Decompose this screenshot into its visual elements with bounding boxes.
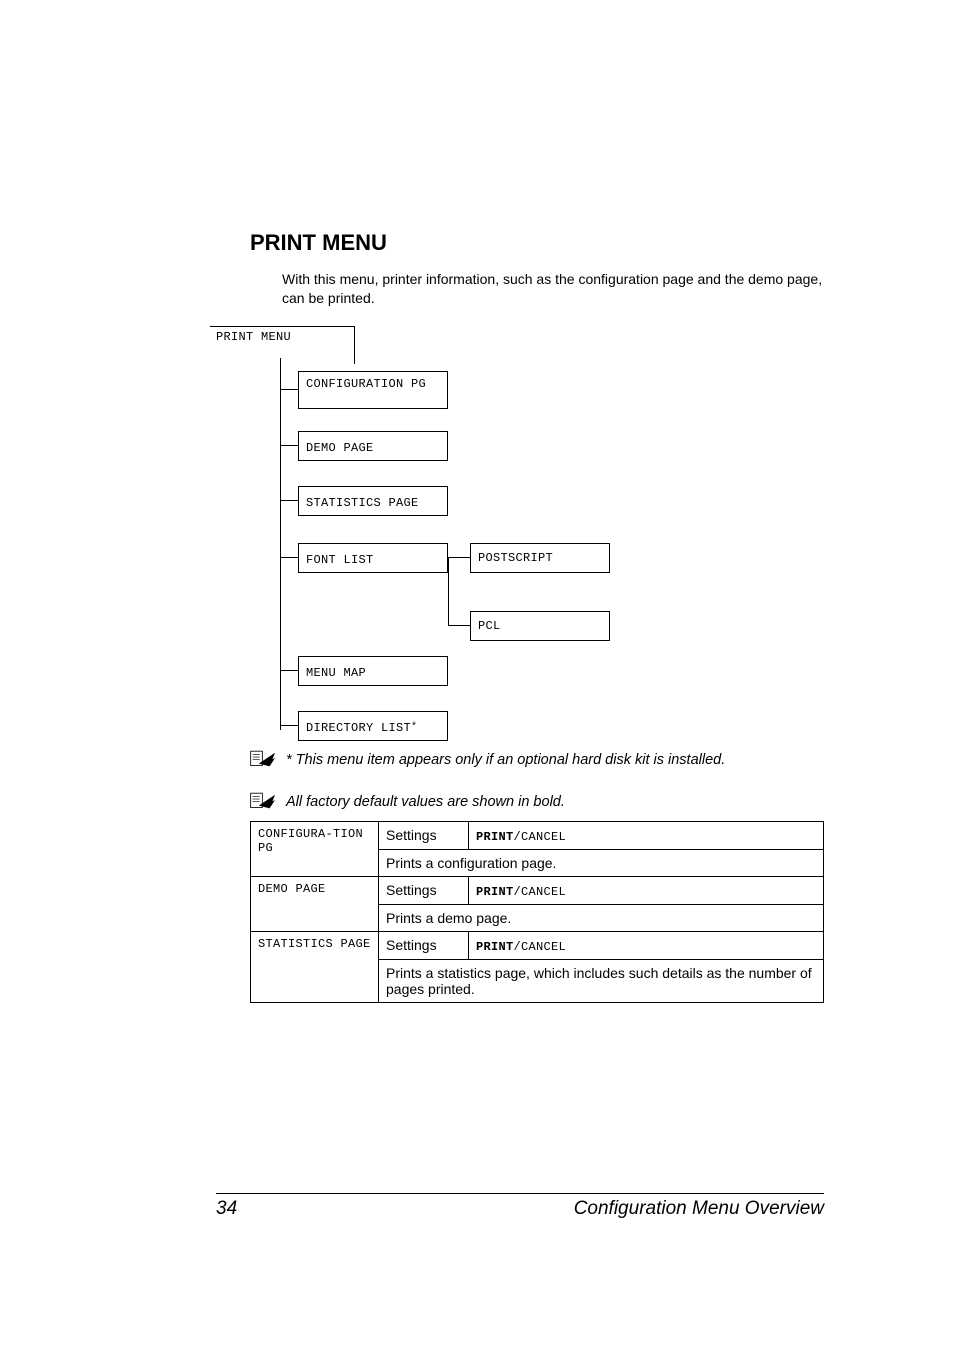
tree-connector — [448, 557, 470, 558]
tree-box: FONT LIST — [298, 543, 448, 573]
value-rest: /CANCEL — [514, 885, 567, 899]
table-row: DEMO PAGE Settings PRINT/CANCEL — [251, 877, 824, 905]
page-footer: 34 Configuration Menu Overview — [216, 1193, 824, 1220]
table-row: STATISTICS PAGE Settings PRINT/CANCEL — [251, 932, 824, 960]
value-bold: PRINT — [476, 885, 514, 899]
tree-node-directory-list: DIRECTORY LIST* — [280, 711, 448, 741]
footnote-text: All factory default values are shown in … — [286, 792, 565, 812]
cell-desc: Prints a statistics page, which includes… — [379, 960, 824, 1003]
cell-settings-label: Settings — [379, 877, 469, 905]
value-rest: /CANCEL — [514, 940, 567, 954]
footer-title: Configuration Menu Overview — [574, 1198, 824, 1220]
tree-connector — [280, 389, 298, 390]
page-number: 34 — [216, 1198, 237, 1220]
tree-connector — [280, 500, 298, 501]
value-bold: PRINT — [476, 940, 514, 954]
table-row: CONFIGURA-TION PG Settings PRINT/CANCEL — [251, 822, 824, 850]
asterisk: * — [411, 722, 417, 733]
note-icon — [250, 750, 276, 768]
note-icon — [250, 792, 276, 810]
cell-settings-value: PRINT/CANCEL — [469, 822, 824, 850]
menu-tree: PRINT MENU CONFIGURATION PG DEMO PAGE ST… — [210, 326, 824, 736]
value-rest: /CANCEL — [514, 830, 567, 844]
cell-name: DEMO PAGE — [251, 877, 379, 932]
tree-node-demo-page: DEMO PAGE — [280, 431, 448, 461]
tree-box: STATISTICS PAGE — [298, 486, 448, 516]
tree-subnode-postscript: POSTSCRIPT — [448, 543, 610, 573]
tree-node-font-list: FONT LIST — [280, 543, 448, 573]
tree-subnode-pcl: PCL — [448, 611, 610, 641]
tree-connector — [280, 557, 298, 558]
tree-box: CONFIGURATION PG — [298, 371, 448, 409]
tree-connector — [280, 725, 298, 726]
tree-box: DEMO PAGE — [298, 431, 448, 461]
tree-box: POSTSCRIPT — [470, 543, 610, 573]
tree-box: PCL — [470, 611, 610, 641]
tree-box: DIRECTORY LIST* — [298, 711, 448, 741]
cell-settings-label: Settings — [379, 822, 469, 850]
tree-node-configuration-pg: CONFIGURATION PG — [280, 371, 448, 409]
tree-connector — [280, 445, 298, 446]
section-heading: PRINT MENU — [250, 230, 824, 256]
cell-desc: Prints a demo page. — [379, 905, 824, 932]
cell-settings-label: Settings — [379, 932, 469, 960]
tree-node-statistics-page: STATISTICS PAGE — [280, 486, 448, 516]
cell-desc: Prints a configuration page. — [379, 850, 824, 877]
value-bold: PRINT — [476, 830, 514, 844]
intro-text: With this menu, printer information, suc… — [282, 270, 824, 308]
footnote-text: * This menu item appears only if an opti… — [286, 750, 725, 770]
tree-connector — [448, 625, 470, 626]
tree-root: PRINT MENU — [210, 326, 355, 364]
footer-rule — [216, 1193, 824, 1194]
footnote-defaults: All factory default values are shown in … — [250, 792, 824, 812]
tree-connector — [280, 670, 298, 671]
tree-node-menu-map: MENU MAP — [280, 656, 448, 686]
cell-settings-value: PRINT/CANCEL — [469, 932, 824, 960]
settings-table: CONFIGURA-TION PG Settings PRINT/CANCEL … — [250, 821, 824, 1003]
cell-name: STATISTICS PAGE — [251, 932, 379, 1003]
tree-label: DIRECTORY LIST — [306, 721, 411, 735]
cell-name: CONFIGURA-TION PG — [251, 822, 379, 877]
cell-settings-value: PRINT/CANCEL — [469, 877, 824, 905]
tree-box: MENU MAP — [298, 656, 448, 686]
footnote-asterisk: * This menu item appears only if an opti… — [250, 750, 824, 770]
